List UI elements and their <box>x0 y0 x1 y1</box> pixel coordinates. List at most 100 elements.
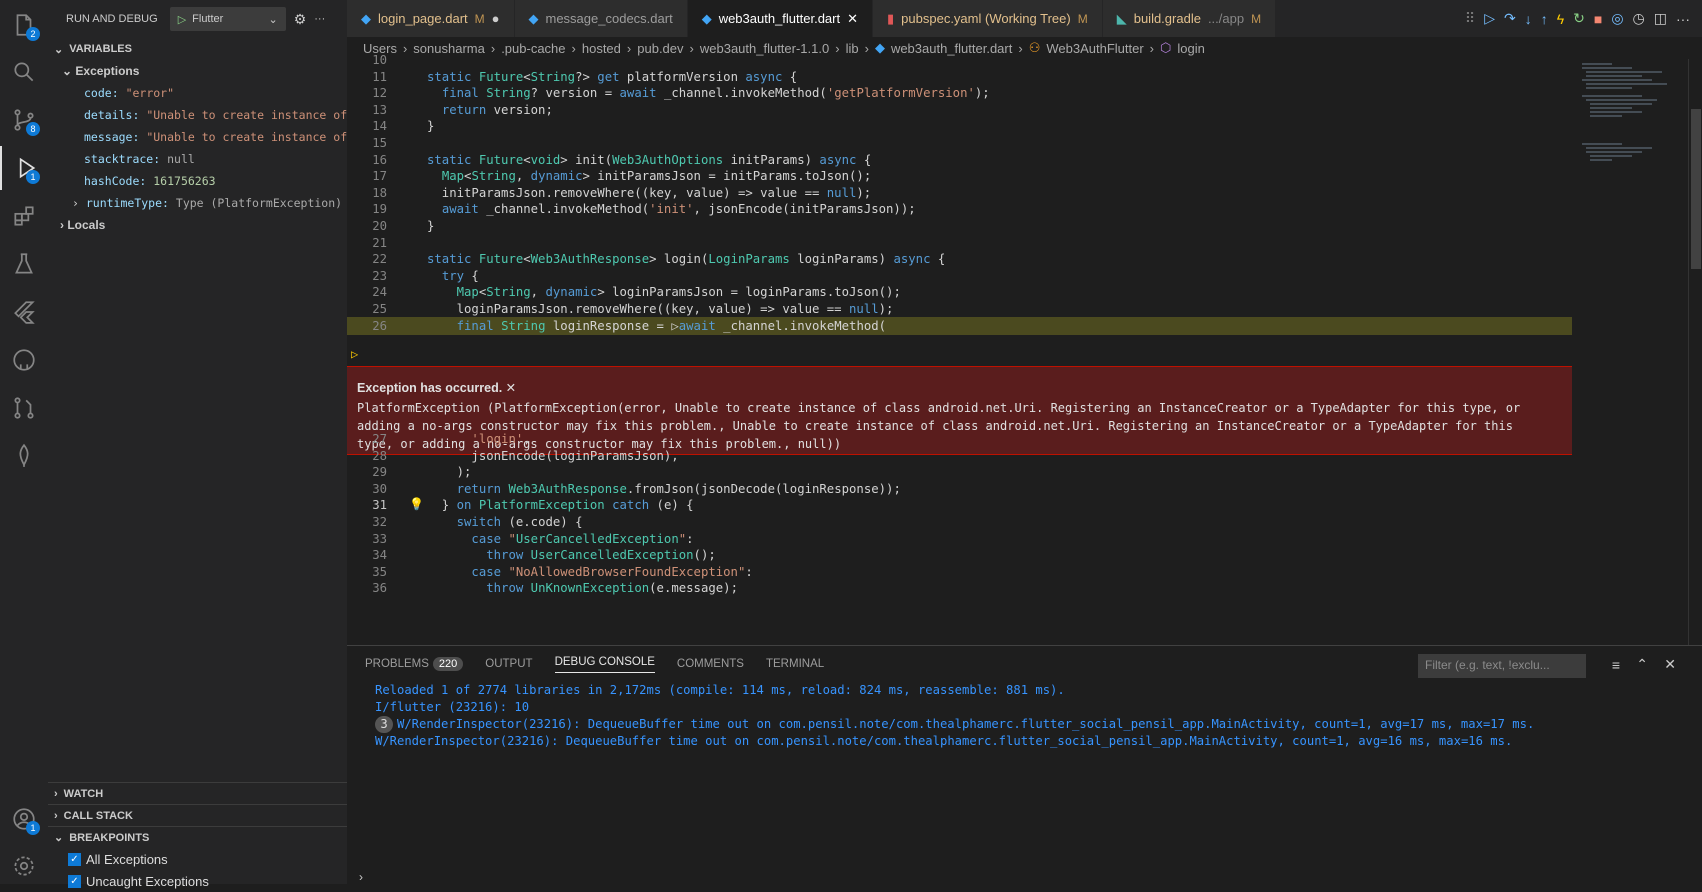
line-number[interactable]: 17 <box>347 169 387 183</box>
step-into-icon[interactable]: ↓ <box>1525 11 1532 27</box>
code-line[interactable]: 33 case "UserCancelledException": <box>347 530 1572 548</box>
gear-icon[interactable]: ⚙ <box>294 11 307 28</box>
line-number[interactable]: 35 <box>347 565 387 579</box>
code-line[interactable]: 22 static Future<Web3AuthResponse> login(… <box>347 250 1572 268</box>
watch-section[interactable]: › WATCH <box>48 782 347 804</box>
code-line[interactable]: 14} <box>347 117 1572 135</box>
line-number[interactable]: 15 <box>347 136 387 150</box>
tab-login-page[interactable]: ◆ login_page.dart M ● <box>347 0 515 37</box>
line-number[interactable]: 21 <box>347 236 387 250</box>
clear-console-icon[interactable]: ≡ <box>1612 657 1620 673</box>
drag-handle-icon[interactable]: ⠿ <box>1465 10 1475 27</box>
code-line[interactable]: 26 final String loginResponse = ▷await _… <box>347 316 1572 335</box>
code-line[interactable]: 34 throw UserCancelledException(); <box>347 546 1572 564</box>
testing-icon[interactable] <box>0 242 48 286</box>
tab-comments[interactable]: COMMENTS <box>677 658 744 670</box>
line-number[interactable]: 10 <box>347 53 387 67</box>
code-line[interactable]: 17 Map<String, dynamic> initParamsJson =… <box>347 167 1572 185</box>
line-number[interactable]: 31 <box>347 498 387 512</box>
variable-row[interactable]: message: "Unable to create instance of… <box>48 126 347 148</box>
code-line[interactable]: 23 try { <box>347 267 1572 285</box>
code-line[interactable]: 15 <box>347 134 1572 152</box>
exceptions-node[interactable]: ⌄ Exceptions <box>48 60 347 82</box>
locals-node[interactable]: › Locals <box>48 214 347 236</box>
code-line[interactable]: 19 await _channel.invokeMethod('init', j… <box>347 200 1572 218</box>
inspect-widget-icon[interactable]: ◎ <box>1611 10 1623 27</box>
extensions-icon[interactable] <box>0 194 48 238</box>
tab-message-codecs[interactable]: ◆ message_codecs.dart <box>514 0 688 37</box>
settings-gear-icon[interactable] <box>0 844 48 888</box>
code-line[interactable]: 35 case "NoAllowedBrowserFoundException"… <box>347 563 1572 581</box>
tab-web3auth-flutter[interactable]: ◆ web3auth_flutter.dart ✕ <box>687 0 874 37</box>
code-line[interactable]: 21 <box>347 234 1572 252</box>
line-number[interactable]: 13 <box>347 103 387 117</box>
line-number[interactable]: 33 <box>347 532 387 546</box>
code-line[interactable]: 32 switch (e.code) { <box>347 513 1572 531</box>
line-number[interactable]: 32 <box>347 515 387 529</box>
close-icon[interactable]: ✕ <box>506 381 516 395</box>
code-line[interactable]: 20} <box>347 217 1572 235</box>
code-line[interactable]: 30 return Web3AuthResponse.fromJson(json… <box>347 480 1572 498</box>
line-number[interactable]: 25 <box>347 302 387 316</box>
line-number[interactable]: 16 <box>347 153 387 167</box>
run-debug-icon[interactable]: 1 <box>0 146 48 190</box>
variable-row[interactable]: hashCode: 161756263 <box>48 170 347 192</box>
variables-section[interactable]: ⌄ VARIABLES <box>48 38 347 60</box>
search-icon[interactable] <box>0 50 48 94</box>
console-filter-input[interactable]: Filter (e.g. text, !exclu... <box>1418 654 1586 678</box>
explorer-icon[interactable]: 2 <box>0 3 48 47</box>
code-line[interactable]: 11 static Future<String?> get platformVer… <box>347 68 1572 86</box>
stop-icon[interactable]: ■ <box>1594 11 1602 27</box>
checkbox-checked[interactable]: ✓ <box>68 852 81 866</box>
console-prompt-icon[interactable]: › <box>359 870 363 884</box>
breakpoints-section[interactable]: ⌄ BREAKPOINTS <box>48 826 347 848</box>
line-number[interactable]: 18 <box>347 186 387 200</box>
source-control-icon[interactable]: 8 <box>0 98 48 142</box>
maximize-panel-icon[interactable]: ⌃ <box>1636 656 1648 673</box>
code-line[interactable]: 29 ); <box>347 463 1572 481</box>
lightbulb-icon[interactable]: 💡 <box>409 497 424 511</box>
code-line[interactable]: 24 Map<String, dynamic> loginParamsJson … <box>347 283 1572 301</box>
code-line[interactable]: 16 static Future<void> init(Web3AuthOptio… <box>347 151 1572 169</box>
line-number[interactable]: 20 <box>347 219 387 233</box>
line-number[interactable]: 28 <box>347 449 387 463</box>
line-number[interactable]: 27 <box>347 432 387 446</box>
code-line[interactable]: 28 jsonEncode(loginParamsJson), <box>347 447 1572 465</box>
line-number[interactable]: 29 <box>347 465 387 479</box>
close-icon[interactable]: ✕ <box>1664 656 1676 673</box>
more-actions-icon[interactable]: ··· <box>314 13 325 25</box>
flutter-icon[interactable] <box>0 290 48 334</box>
line-number[interactable]: 23 <box>347 269 387 283</box>
tab-output[interactable]: OUTPUT <box>485 658 532 670</box>
line-number[interactable]: 30 <box>347 482 387 496</box>
code-line[interactable]: 25 loginParamsJson.removeWhere((key, val… <box>347 300 1572 318</box>
pull-request-icon[interactable] <box>0 386 48 430</box>
debug-console-output[interactable]: Reloaded 1 of 2774 libraries in 2,172ms … <box>347 682 1702 750</box>
line-number[interactable]: 36 <box>347 581 387 595</box>
restart-icon[interactable]: ↻ <box>1573 10 1585 27</box>
continue-icon[interactable]: ▷ <box>1484 10 1495 27</box>
variable-row[interactable]: code: "error" <box>48 82 347 104</box>
variable-row[interactable]: › runtimeType: Type (PlatformException) <box>48 192 347 214</box>
github-icon[interactable] <box>0 338 48 382</box>
tab-debug-console[interactable]: DEBUG CONSOLE <box>554 656 655 673</box>
code-line[interactable]: 13 return version; <box>347 101 1572 119</box>
timeline-icon[interactable]: ◷ <box>1633 10 1645 27</box>
split-editor-icon[interactable]: ◫ <box>1654 10 1667 27</box>
call-stack-section[interactable]: › CALL STACK <box>48 804 347 826</box>
breakpoint-all-exceptions[interactable]: ✓ All Exceptions <box>48 848 347 870</box>
step-over-icon[interactable]: ↷ <box>1504 10 1516 27</box>
checkbox-checked[interactable]: ✓ <box>68 874 81 888</box>
code-line[interactable]: 36 throw UnKnownException(e.message); <box>347 579 1572 597</box>
tab-build-gradle[interactable]: ◣ build.gradle .../app M <box>1102 0 1277 37</box>
code-line[interactable]: 18 initParamsJson.removeWhere((key, valu… <box>347 184 1572 202</box>
minimap[interactable] <box>1572 59 1688 645</box>
code-view[interactable]: 10 11 static Future<String?> get platformV… <box>347 53 1702 645</box>
account-icon[interactable]: 1 <box>0 797 48 841</box>
code-line[interactable]: 12 final String? version = await _channe… <box>347 84 1572 102</box>
line-number[interactable]: 11 <box>347 70 387 84</box>
code-line[interactable]: 31 } on PlatformException catch (e) { <box>347 496 1572 514</box>
line-number[interactable]: 12 <box>347 86 387 100</box>
step-out-icon[interactable]: ↑ <box>1541 11 1548 27</box>
line-number[interactable]: 24 <box>347 285 387 299</box>
